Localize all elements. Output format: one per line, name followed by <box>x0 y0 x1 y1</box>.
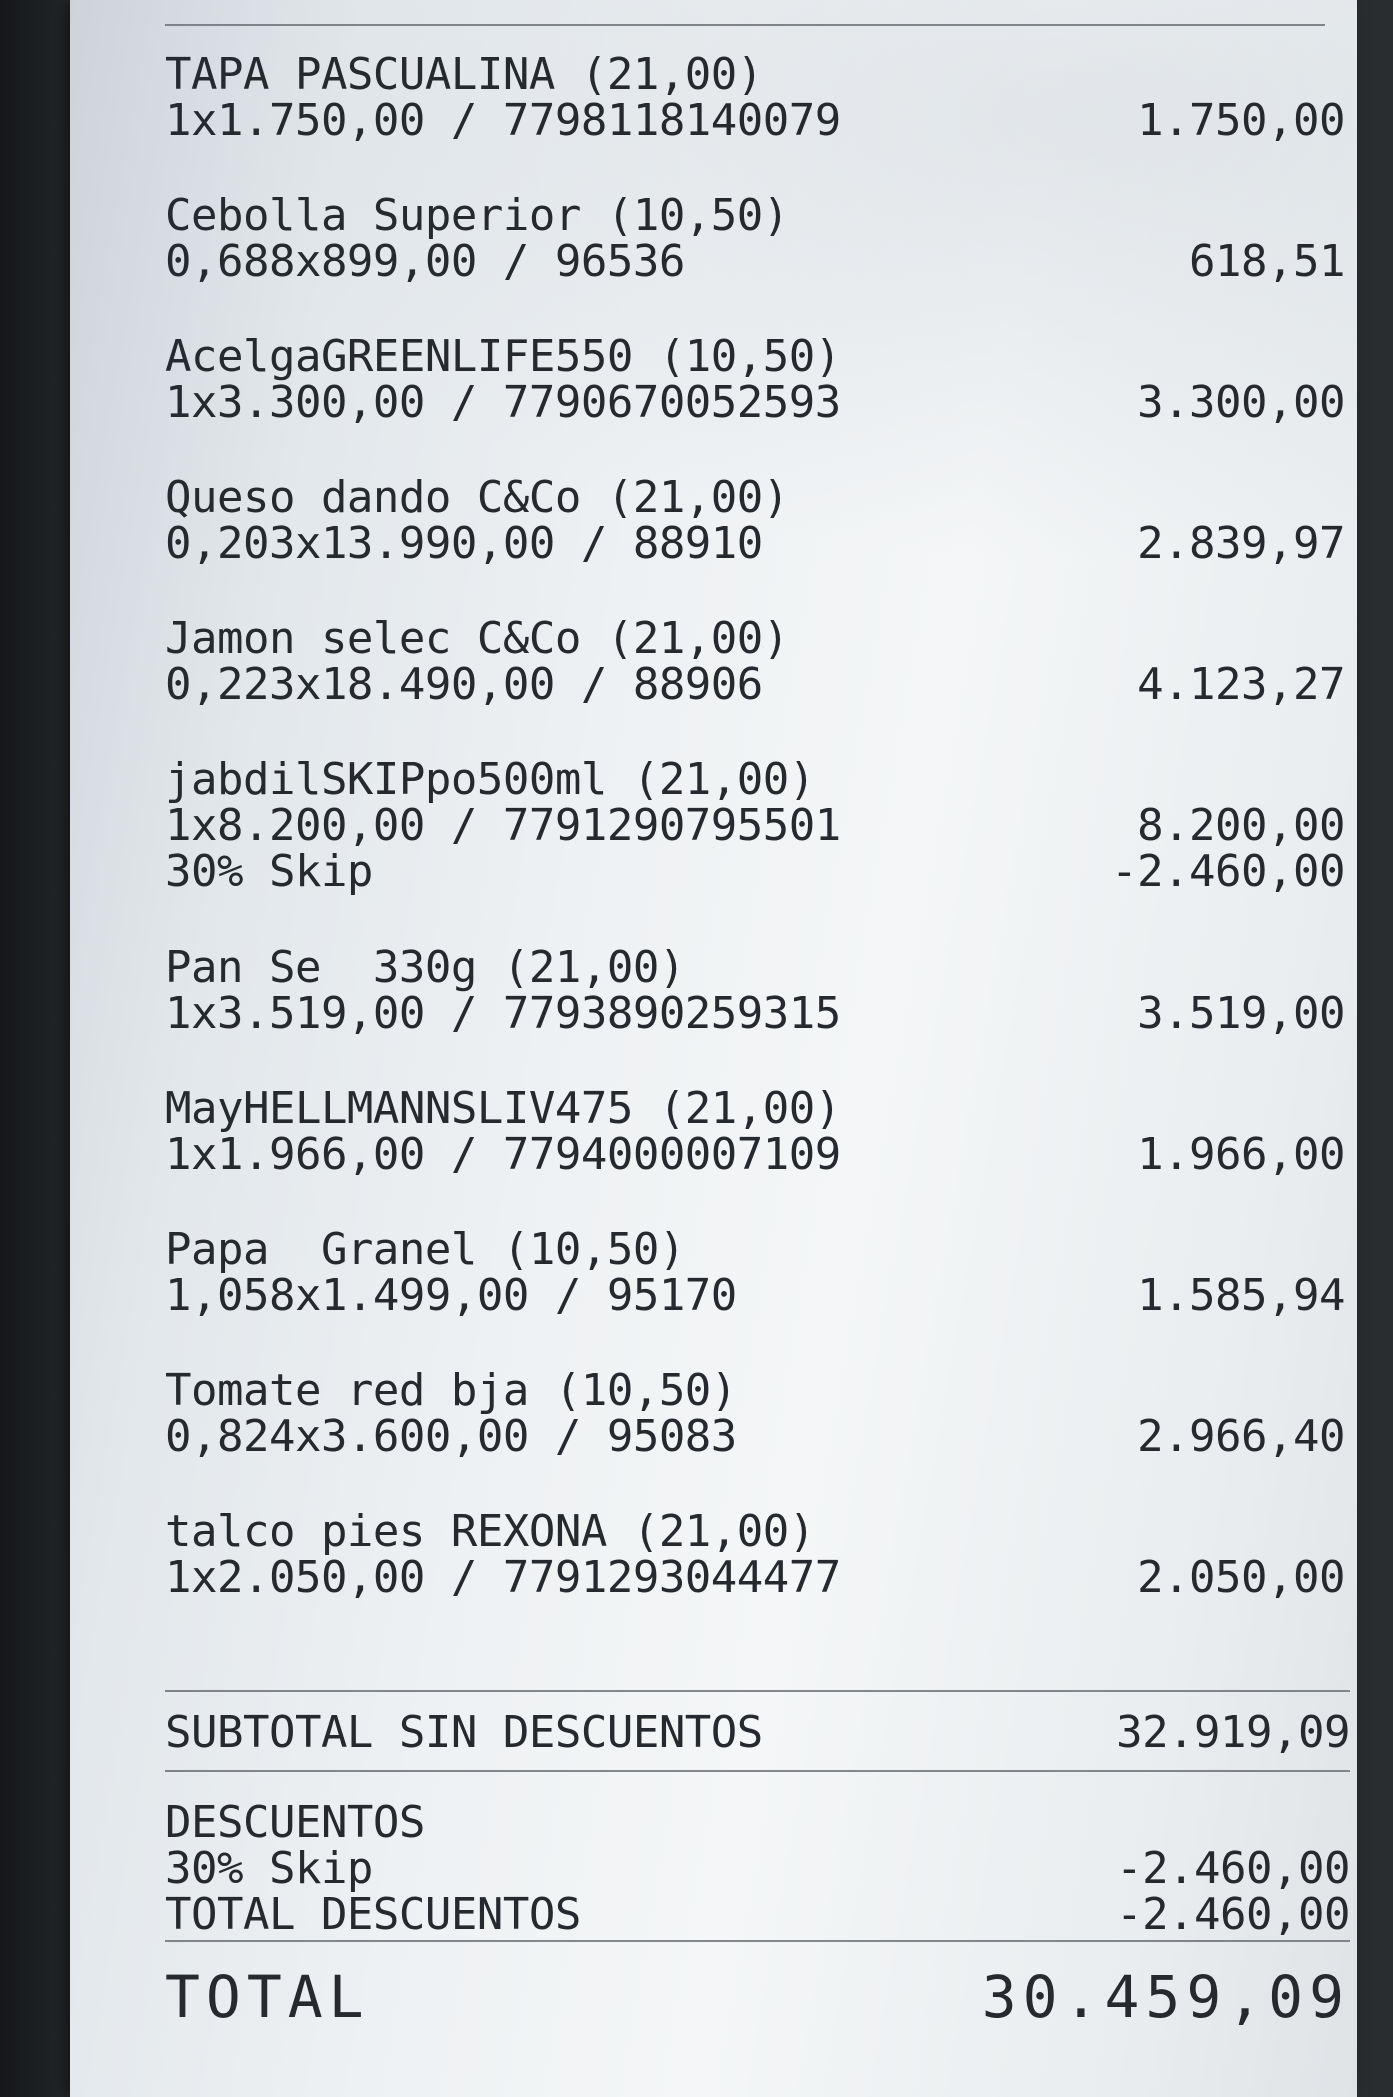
item-discount-amount: -2.460,00 <box>1111 846 1345 897</box>
list-item: AcelgaGREENLIFE550 (10,50) 1x3.300,00 / … <box>165 334 1345 475</box>
list-item: Cebolla Superior (10,50) 0,688x899,00 / … <box>165 193 1345 334</box>
list-item: talco pies REXONA (21,00) 1x2.050,00 / 7… <box>165 1509 1345 1650</box>
list-item: Papa Granel (10,50) 1,058x1.499,00 / 951… <box>165 1227 1345 1368</box>
list-item: Pan Se 330g (21,00) 1x3.519,00 / 7793890… <box>165 945 1345 1086</box>
item-amount: 1.750,00 <box>1137 95 1345 146</box>
total-discounts-amount: -2.460,00 <box>1116 1889 1350 1940</box>
receipt-paper: TAPA PASCUALINA (21,00) 1x1.750,00 / 779… <box>70 0 1357 2097</box>
subtotal-amount: 32.919,09 <box>1116 1707 1350 1758</box>
list-item: Tomate red bja (10,50) 0,824x3.600,00 / … <box>165 1368 1345 1509</box>
item-description: Jamon selec C&Co (21,00) <box>165 613 789 664</box>
list-item: MayHELLMANNSLIV475 (21,00) 1x1.966,00 / … <box>165 1086 1345 1227</box>
item-amount: 3.519,00 <box>1137 988 1345 1039</box>
list-item: Queso dando C&Co (21,00) 0,203x13.990,00… <box>165 475 1345 616</box>
item-amount: 8.200,00 <box>1137 800 1345 851</box>
total-divider <box>165 1940 1350 1942</box>
total-row: TOTAL 30.459,09 <box>165 1964 1350 2034</box>
item-amount: 2.050,00 <box>1137 1552 1345 1603</box>
item-description: MayHELLMANNSLIV475 (21,00) <box>165 1083 841 1134</box>
item-description: Papa Granel (10,50) <box>165 1224 685 1275</box>
discounts-divider <box>165 1770 1350 1772</box>
discounts-heading: DESCUENTOS <box>165 1797 425 1848</box>
item-detail: 0,688x899,00 / 96536 <box>165 236 685 287</box>
item-amount: 3.300,00 <box>1137 377 1345 428</box>
item-list: TAPA PASCUALINA (21,00) 1x1.750,00 / 779… <box>165 52 1345 1650</box>
subtotal-divider <box>165 1690 1350 1692</box>
item-description: talco pies REXONA (21,00) <box>165 1506 815 1557</box>
top-divider <box>165 24 1325 26</box>
item-description: jabdilSKIPpo500ml (21,00) <box>165 754 815 805</box>
item-description: Cebolla Superior (10,50) <box>165 190 789 241</box>
total-amount: 30.459,09 <box>981 1963 1350 2031</box>
item-amount: 1.585,94 <box>1137 1270 1345 1321</box>
list-item: TAPA PASCUALINA (21,00) 1x1.750,00 / 779… <box>165 52 1345 193</box>
item-amount: 4.123,27 <box>1137 659 1345 710</box>
item-description: TAPA PASCUALINA (21,00) <box>165 49 763 100</box>
item-description: Pan Se 330g (21,00) <box>165 942 685 993</box>
item-amount: 2.966,40 <box>1137 1411 1345 1462</box>
discounts-block: DESCUENTOS 30% Skip TOTAL DESCUENTOS -2.… <box>165 1800 1350 1940</box>
item-description: Tomate red bja (10,50) <box>165 1365 737 1416</box>
item-description: AcelgaGREENLIFE550 (10,50) <box>165 331 841 382</box>
item-description: Queso dando C&Co (21,00) <box>165 472 789 523</box>
list-item: jabdilSKIPpo500ml (21,00) 1x8.200,00 / 7… <box>165 757 1345 945</box>
discount-line-amount: -2.460,00 <box>1116 1843 1350 1894</box>
item-amount: 2.839,97 <box>1137 518 1345 569</box>
item-amount: 1.966,00 <box>1137 1129 1345 1180</box>
subtotal-row: SUBTOTAL SIN DESCUENTOS 32.919,09 <box>165 1710 1350 1770</box>
receipt-summary: SUBTOTAL SIN DESCUENTOS 32.919,09 DESCUE… <box>165 1690 1350 2034</box>
list-item: Jamon selec C&Co (21,00) 0,223x18.490,00… <box>165 616 1345 757</box>
item-amount: 618,51 <box>1189 236 1345 287</box>
